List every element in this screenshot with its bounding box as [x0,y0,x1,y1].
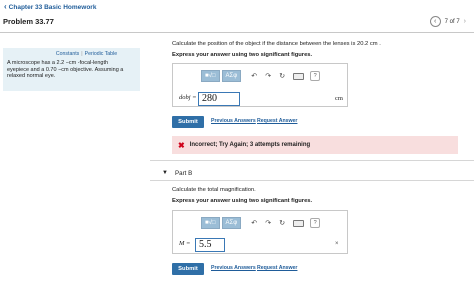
variable-label: M = [179,240,191,247]
help-icon[interactable]: ? [310,71,321,81]
problem-title: Problem 33.77 [3,17,54,26]
feedback-text: Incorrect; Try Again; 3 attempts remaini… [189,142,311,148]
pager-text: 7 of 7 [444,18,460,25]
reset-icon[interactable]: ↻ [275,217,289,229]
variable-label: dobj = [179,94,197,101]
problem-statement: A microscope has a 2.2 −cm -focal-length… [7,60,136,80]
math-toolbar: ■√□ AΣφ ↶ ↷ ↻ ? [201,217,321,229]
request-answer-link[interactable]: Request Answer [257,265,297,271]
redo-icon[interactable]: ↷ [261,70,275,82]
back-link-label: Chapter 33 Basic Homework [8,3,97,11]
undo-icon[interactable]: ↶ [247,70,261,82]
problem-statement-panel: Constants | Periodic Table A microscope ha… [3,48,140,91]
answer-input[interactable]: 280 [198,92,240,106]
undo-icon[interactable]: ↶ [247,217,261,229]
link-separator: | [81,51,83,57]
reset-icon[interactable]: ↻ [275,70,289,82]
keyboard-icon[interactable] [293,219,305,227]
part-a-instruction: Express your answer using two significan… [172,52,313,58]
part-b-label: Part B [175,170,193,177]
unit-label: cm [335,95,343,102]
statement-line: relaxed normal eye. [7,73,56,80]
incorrect-feedback: ✖ Incorrect; Try Again; 3 attempts remai… [172,136,458,154]
templates-button[interactable]: ■√□ [201,70,220,82]
request-answer-link[interactable]: Request Answer [257,118,297,124]
part-a-submit-button[interactable]: Submit [172,116,204,128]
redo-icon[interactable]: ↷ [261,217,275,229]
header-divider [0,32,474,33]
part-b-instruction: Express your answer using two significan… [172,198,313,204]
previous-problem-button[interactable]: ‹ [429,16,441,27]
part-b-submit-button[interactable]: Submit [172,263,204,275]
part-a-question: Calculate the position of the object if … [172,41,381,47]
previous-answers-link[interactable]: Previous Answers [211,118,256,124]
statement-line: eyepiece and a 0.70 −cm objective. Assum… [7,66,124,73]
reference-links: Constants | Periodic Table [7,51,136,57]
section-divider [150,180,474,181]
part-a-answer-box: ■√□ AΣφ ↶ ↷ ↻ ? dobj = 280 cm [172,63,348,107]
part-b-answer-box: ■√□ AΣφ ↶ ↷ ↻ ? M = 5.5 × [172,210,348,254]
greek-symbols-button[interactable]: AΣφ [221,70,242,82]
statement-line: A microscope has a 2.2 −cm -focal-length [7,60,109,66]
math-toolbar: ■√□ AΣφ ↶ ↷ ↻ ? [201,70,321,82]
part-b-collapse-icon[interactable]: ▼ [162,170,168,176]
periodic-table-link[interactable]: Periodic Table [85,51,118,57]
section-divider [150,160,474,161]
greek-symbols-button[interactable]: AΣφ [221,217,242,229]
templates-button[interactable]: ■√□ [201,217,220,229]
help-icon[interactable]: ? [310,218,321,228]
keyboard-icon[interactable] [293,72,305,80]
back-to-chapter-link[interactable]: ‹ Chapter 33 Basic Homework [4,3,96,11]
part-b-question: Calculate the total magnification. [172,187,256,193]
previous-answers-link[interactable]: Previous Answers [211,265,256,271]
answer-input[interactable]: 5.5 [195,238,225,252]
close-icon[interactable]: × [335,241,339,247]
constants-link[interactable]: Constants [56,51,79,57]
error-x-icon: ✖ [178,140,185,150]
problem-pager: ‹ 7 of 7 › [429,16,466,27]
chevron-left-icon: ‹ [4,2,7,11]
next-problem-button[interactable]: › [464,18,466,25]
